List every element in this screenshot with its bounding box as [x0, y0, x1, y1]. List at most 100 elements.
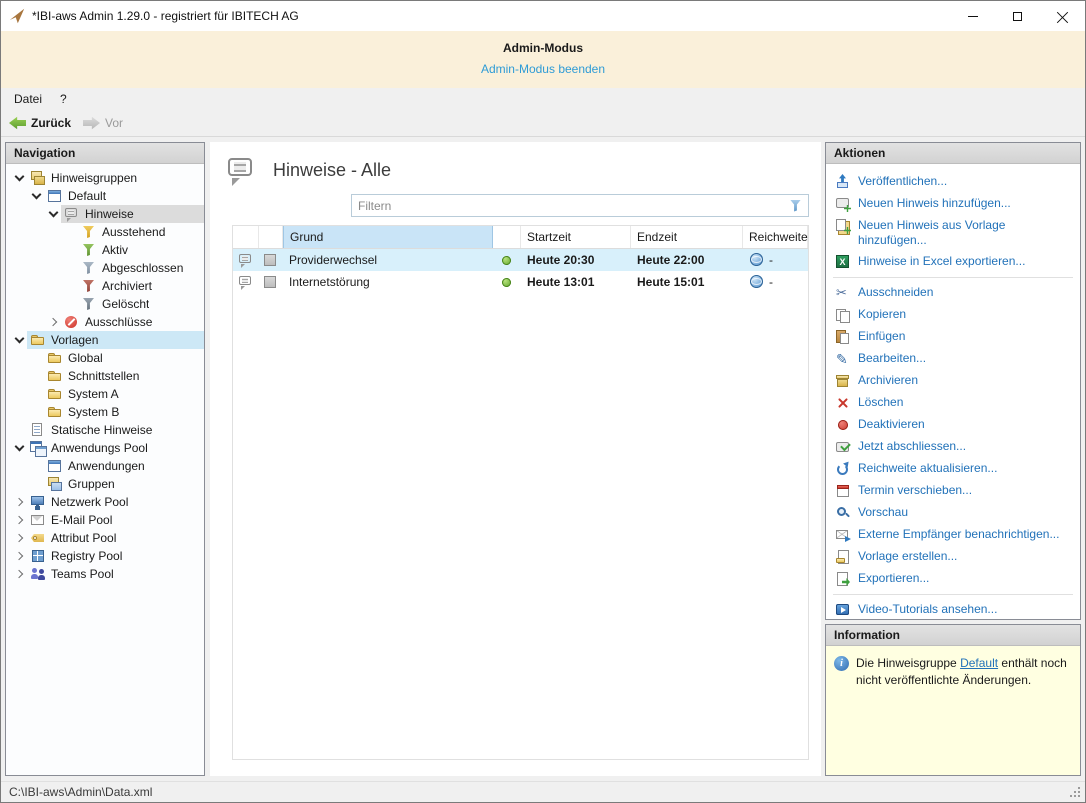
tree-item-content: Attribut Pool	[27, 529, 204, 547]
chevron-right-icon[interactable]	[46, 314, 61, 330]
cell-grund: Internetstörung	[283, 271, 493, 293]
action-exportieren[interactable]: Exportieren...	[831, 568, 1075, 590]
network-pool-icon	[30, 494, 46, 510]
titlebar: *IBI-aws Admin 1.29.0 - registriert für …	[1, 1, 1085, 31]
create-template-icon	[835, 549, 851, 565]
publish-icon	[835, 174, 851, 190]
chevron-down-icon[interactable]	[12, 332, 27, 348]
column-header-reichweite[interactable]: Reichweite	[743, 226, 808, 248]
tree-item-ausschluesse[interactable]: Ausschlüsse	[6, 313, 204, 331]
admin-mode-exit-link[interactable]: Admin-Modus beenden	[481, 62, 605, 76]
forward-button[interactable]: Vor	[83, 116, 123, 131]
tree-item-anwendungs-pool[interactable]: Anwendungs Pool	[6, 439, 204, 457]
tree-item-label: Ausschlüsse	[85, 315, 152, 329]
tree-item-e-mail-pool[interactable]: E-Mail Pool	[6, 511, 204, 529]
checkbox-icon[interactable]	[263, 252, 279, 268]
chevron-right-icon[interactable]	[12, 494, 27, 510]
action-veroeffentlichen[interactable]: Veröffentlichen...	[831, 171, 1075, 193]
action-neuen-hinweis-aus-vorlage-hinzufuegen[interactable]: Neuen Hinweis aus Vorlage hinzufügen...	[831, 215, 1075, 251]
tree-item-ausstehend[interactable]: Ausstehend	[6, 223, 204, 241]
tree-item-hinweisgruppen[interactable]: Hinweisgruppen	[6, 169, 204, 187]
tree-item-label: Gruppen	[68, 477, 115, 491]
tree-item-archiviert[interactable]: Archiviert	[6, 277, 204, 295]
action-einfuegen[interactable]: Einfügen	[831, 326, 1075, 348]
minimize-button[interactable]	[950, 1, 995, 31]
content-area: Navigation HinweisgruppenDefaultHinweise…	[1, 137, 1085, 781]
tree-item-abgeschlossen[interactable]: Abgeschlossen	[6, 259, 204, 277]
action-vorlage-erstellen[interactable]: Vorlage erstellen...	[831, 546, 1075, 568]
action-neuen-hinweis-hinzufuegen[interactable]: Neuen Hinweis hinzufügen...	[831, 193, 1075, 215]
tree-item-system-a[interactable]: System A	[6, 385, 204, 403]
expander-spacer	[63, 242, 78, 258]
chevron-down-icon[interactable]	[12, 440, 27, 456]
tree-item-content: Ausstehend	[78, 223, 204, 241]
tree-item-gruppen[interactable]: Gruppen	[6, 475, 204, 493]
speech-bubble-icon	[226, 154, 258, 186]
action-video-tutorials-ansehen[interactable]: Video-Tutorials ansehen...	[831, 599, 1075, 619]
resize-grip-icon[interactable]	[1069, 786, 1082, 799]
tree-item-attribut-pool[interactable]: Attribut Pool	[6, 529, 204, 547]
table-row[interactable]: ProviderwechselHeute 20:30Heute 22:00-	[233, 249, 808, 271]
action-item-label: Video-Tutorials ansehen...	[858, 602, 997, 617]
tree-item-anwendungen[interactable]: Anwendungen	[6, 457, 204, 475]
tree-item-hinweise[interactable]: Hinweise	[6, 205, 204, 223]
table-body: ProviderwechselHeute 20:30Heute 22:00-In…	[233, 249, 808, 293]
action-reichweite-aktualisieren[interactable]: Reichweite aktualisieren...	[831, 458, 1075, 480]
tree-item-netzwerk-pool[interactable]: Netzwerk Pool	[6, 493, 204, 511]
expander-spacer	[63, 260, 78, 276]
cell-endzeit: Heute 15:01	[631, 271, 743, 293]
filter-input[interactable]	[358, 199, 788, 213]
action-item-label: Kopieren	[858, 307, 906, 322]
action-bearbeiten[interactable]: Bearbeiten...	[831, 348, 1075, 370]
action-termin-verschieben[interactable]: Termin verschieben...	[831, 480, 1075, 502]
tree-item-aktiv[interactable]: Aktiv	[6, 241, 204, 259]
action-item-label: Ausschneiden	[858, 285, 933, 300]
tree-item-statische-hinweise[interactable]: Statische Hinweise	[6, 421, 204, 439]
checkbox-icon[interactable]	[263, 274, 279, 290]
action-ausschneiden[interactable]: Ausschneiden	[831, 282, 1075, 304]
default-group-link[interactable]: Default	[960, 656, 998, 670]
chevron-down-icon[interactable]	[29, 188, 44, 204]
chevron-right-icon[interactable]	[12, 512, 27, 528]
action-jetzt-abschliessen[interactable]: Jetzt abschliessen...	[831, 436, 1075, 458]
admin-mode-title: Admin-Modus	[1, 41, 1085, 55]
action-loeschen[interactable]: Löschen	[831, 392, 1075, 414]
close-button[interactable]	[1040, 1, 1085, 31]
action-archivieren[interactable]: Archivieren	[831, 370, 1075, 392]
navigation-tree: HinweisgruppenDefaultHinweiseAusstehendA…	[6, 164, 204, 775]
tree-item-default[interactable]: Default	[6, 187, 204, 205]
action-deaktivieren[interactable]: Deaktivieren	[831, 414, 1075, 436]
menu-item-help[interactable]: ?	[51, 89, 76, 109]
chevron-right-icon[interactable]	[12, 548, 27, 564]
archive-icon	[835, 373, 851, 389]
action-kopieren[interactable]: Kopieren	[831, 304, 1075, 326]
tree-item-global[interactable]: Global	[6, 349, 204, 367]
back-button[interactable]: Zurück	[9, 116, 71, 131]
column-header-grund[interactable]: Grund	[283, 226, 493, 248]
tree-item-schnittstellen[interactable]: Schnittstellen	[6, 367, 204, 385]
chevron-down-icon[interactable]	[46, 206, 61, 222]
column-header-endzeit[interactable]: Endzeit	[631, 226, 743, 248]
tree-item-geloescht[interactable]: Gelöscht	[6, 295, 204, 313]
tree-item-registry-pool[interactable]: Registry Pool	[6, 547, 204, 565]
column-header-startzeit[interactable]: Startzeit	[521, 226, 631, 248]
action-externe-empfaenger-benachrichtigen[interactable]: Externe Empfänger benachrichtigen...	[831, 524, 1075, 546]
chevron-right-icon[interactable]	[12, 530, 27, 546]
chevron-down-icon[interactable]	[12, 170, 27, 186]
tree-item-system-b[interactable]: System B	[6, 403, 204, 421]
add-note-icon	[835, 196, 851, 212]
tree-item-vorlagen[interactable]: Vorlagen	[6, 331, 204, 349]
tree-item-label: Anwendungs Pool	[51, 441, 148, 455]
filter-funnel-icon[interactable]	[788, 198, 804, 214]
menu-item-datei[interactable]: Datei	[5, 89, 51, 109]
maximize-button[interactable]	[995, 1, 1040, 31]
action-item-label: Neuen Hinweis aus Vorlage hinzufügen...	[858, 218, 1071, 248]
tree-item-teams-pool[interactable]: Teams Pool	[6, 565, 204, 583]
action-hinweise-in-excel-exportieren[interactable]: Hinweise in Excel exportieren...	[831, 251, 1075, 273]
chevron-right-icon[interactable]	[12, 566, 27, 582]
action-item-label: Externe Empfänger benachrichtigen...	[858, 527, 1059, 542]
tree-item-content: Vorlagen	[27, 331, 204, 349]
table-row[interactable]: InternetstörungHeute 13:01Heute 15:01-	[233, 271, 808, 293]
teams-pool-icon	[30, 566, 46, 582]
action-vorschau[interactable]: Vorschau	[831, 502, 1075, 524]
